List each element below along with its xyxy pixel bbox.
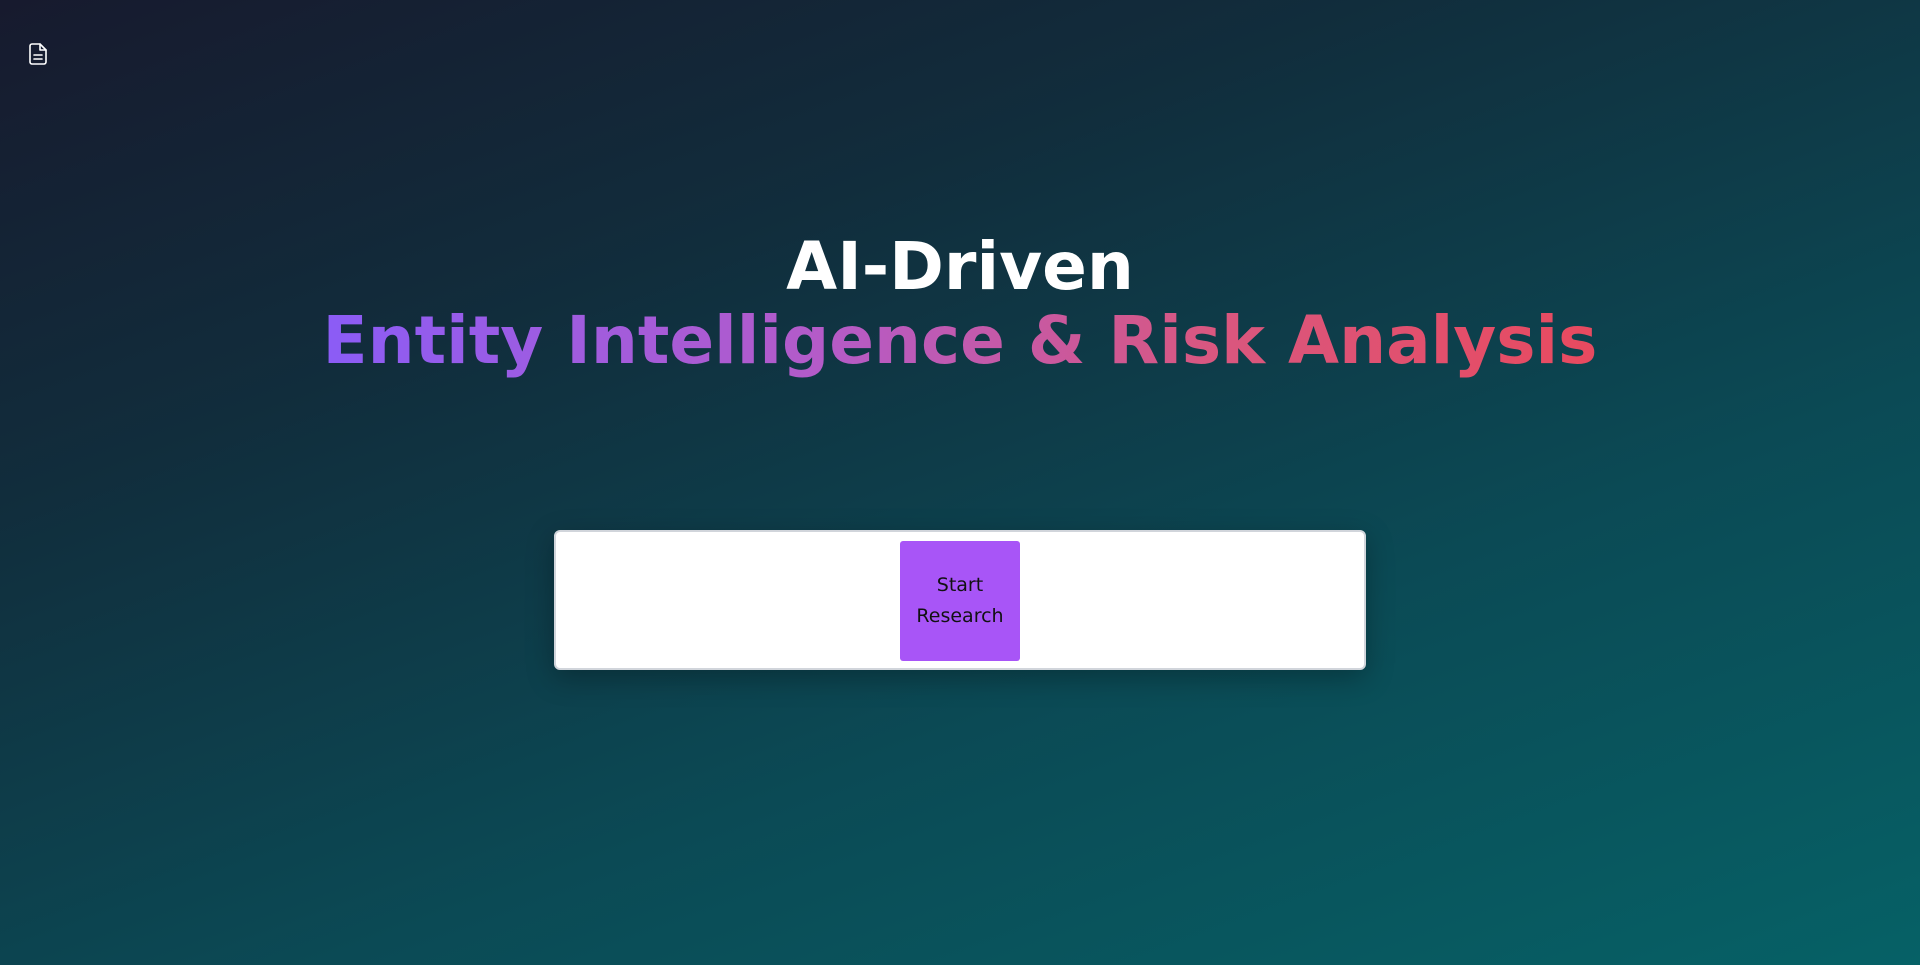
- hero-subtitle: Entity Intelligence & Risk Analysis: [322, 302, 1598, 379]
- hero-title: AI-Driven: [786, 228, 1134, 305]
- hero-heading: AI-Driven Entity Intelligence & Risk Ana…: [0, 230, 1920, 378]
- document-icon[interactable]: [26, 42, 50, 66]
- start-research-button[interactable]: Start Research: [900, 541, 1020, 661]
- action-card: Start Research: [554, 530, 1366, 670]
